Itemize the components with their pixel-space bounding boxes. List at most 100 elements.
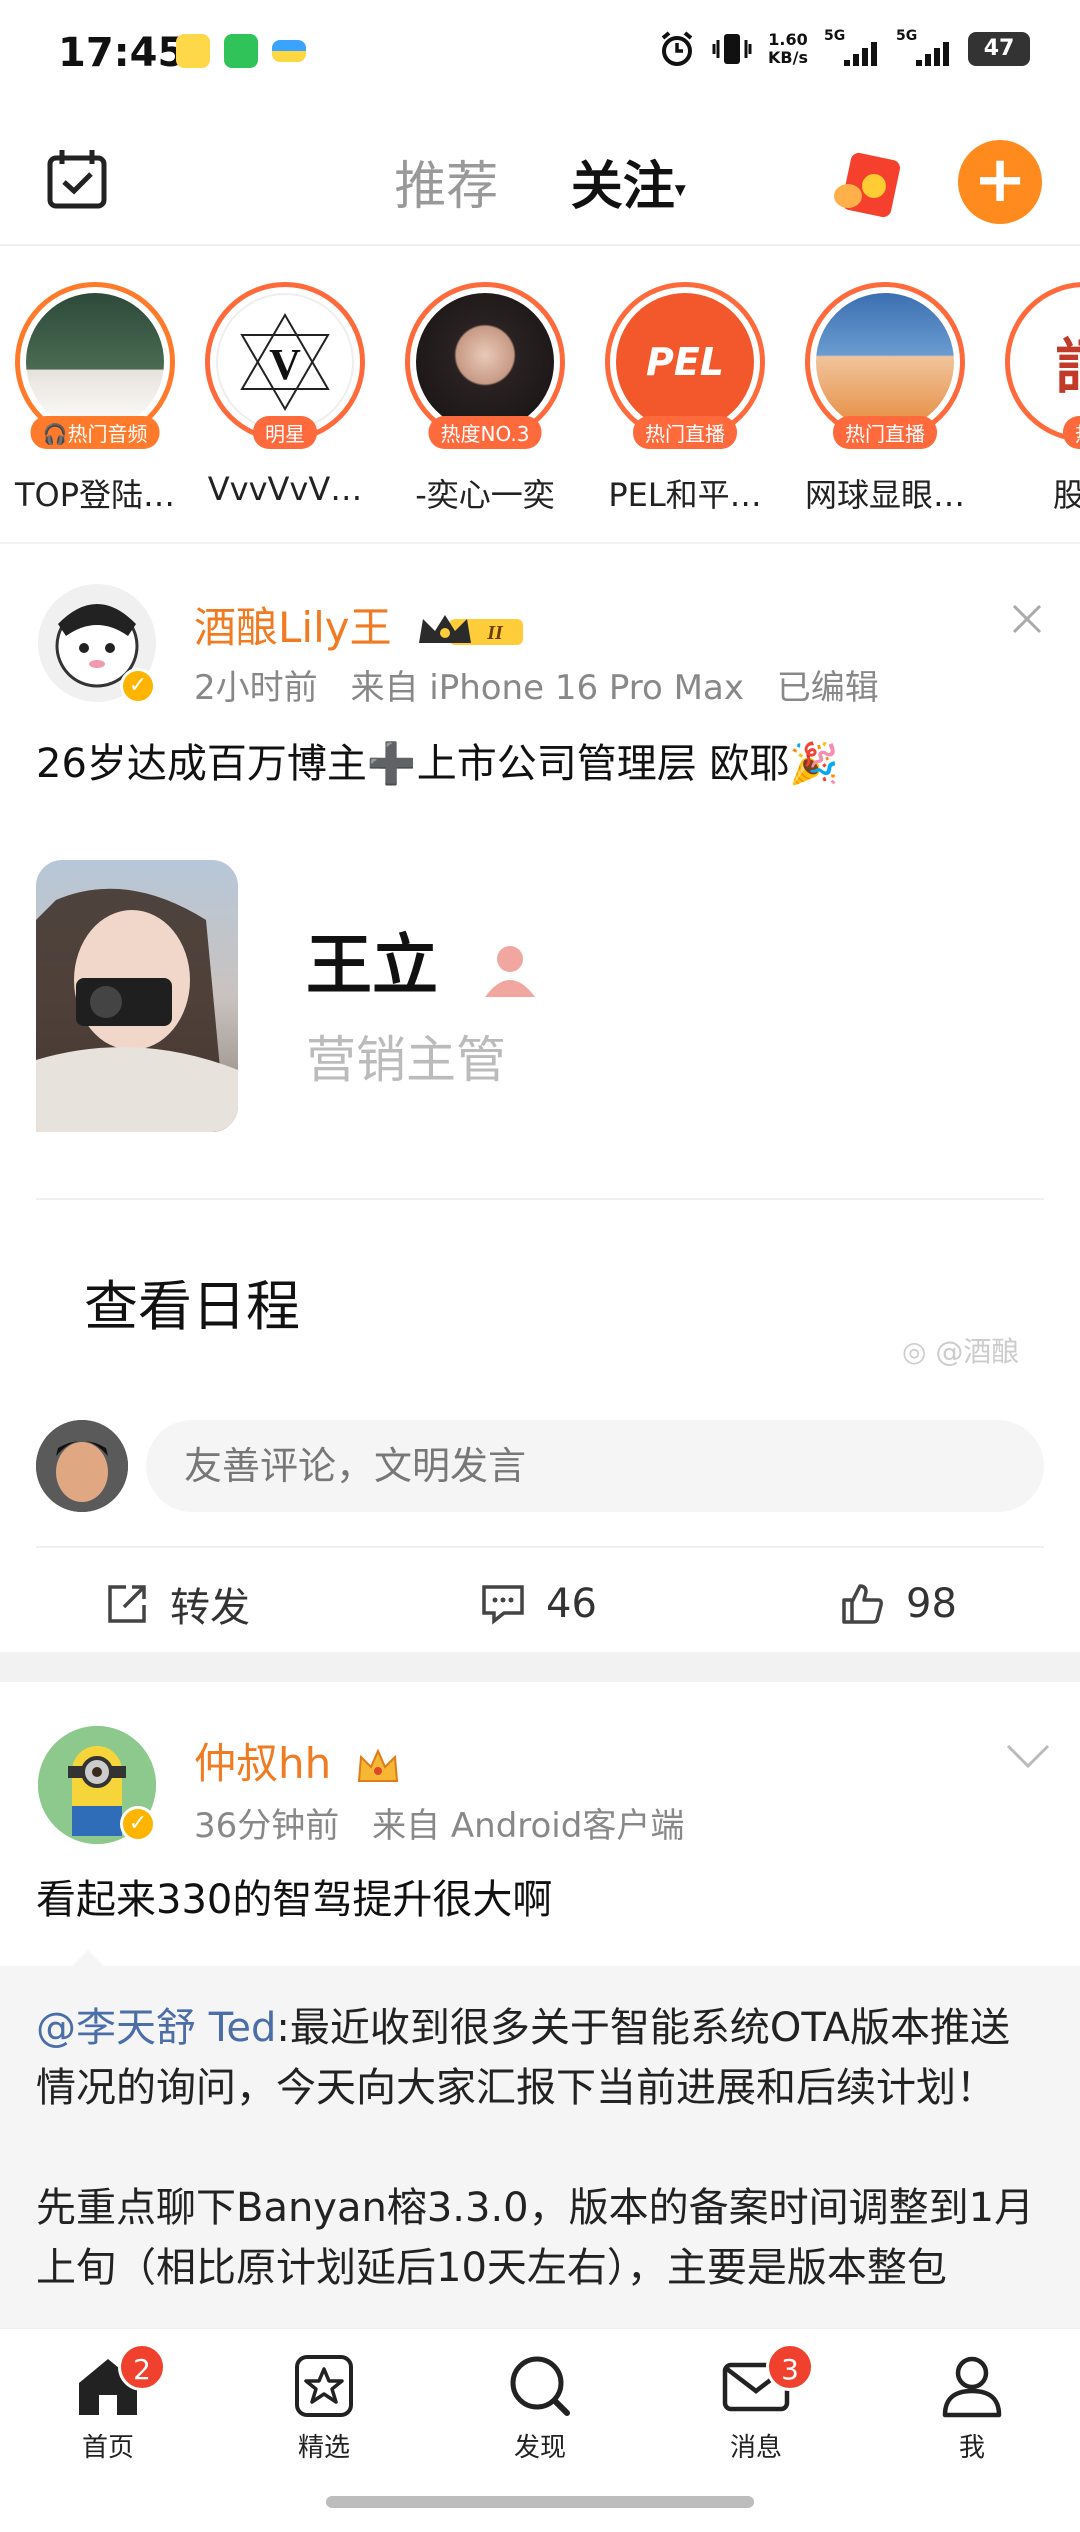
v-logo-icon: V: [240, 313, 330, 411]
post-author-name[interactable]: 仲叔hh: [194, 1730, 401, 1791]
story-name: -奕心一奕: [415, 476, 555, 514]
battery-indicator: 47: [968, 32, 1030, 66]
status-indicators: 1.60 KB/s 5G 5G 47: [658, 28, 1030, 68]
red-packet-icon[interactable]: [830, 150, 908, 220]
mention-link[interactable]: @李天舒 Ted: [36, 2005, 276, 2051]
story-ring: 詞 热: [1005, 282, 1080, 449]
card-job-title: 营销主管: [306, 1031, 506, 1089]
comment-icon: [482, 1585, 524, 1625]
tab-following[interactable]: 关注▾: [570, 144, 686, 219]
post-time: 36分钟前: [194, 1806, 340, 1846]
story-avatar: [26, 293, 164, 431]
chevron-down-icon: ▾: [674, 177, 686, 203]
post-divider: [0, 1652, 1080, 1682]
status-app-icons: [176, 34, 306, 68]
like-button[interactable]: 98: [838, 1574, 957, 1634]
story-item[interactable]: V 明星 VvvVvV…: [190, 282, 380, 508]
weibo-app-icon: [176, 34, 210, 68]
story-ring: 🎧热门音频: [15, 282, 175, 449]
story-item[interactable]: 热度NO.3 -奕心一奕: [390, 282, 580, 516]
weibo-logo-icon: ◎: [902, 1335, 927, 1368]
story-item[interactable]: PEL 热门直播 PEL和平…: [590, 282, 780, 516]
story-item[interactable]: 🎧热门音频 TOP登陆…: [0, 282, 190, 516]
signal-2-icon: 5G: [896, 28, 952, 66]
view-schedule-link[interactable]: 查看日程: [84, 1262, 300, 1341]
star-shield-icon: [295, 2355, 353, 2417]
top-nav: 推荐 关注▾ +: [0, 110, 1080, 246]
story-badge: 热度NO.3: [428, 416, 542, 449]
reposted-content[interactable]: @李天舒 Ted:最近收到很多关于智能系统OTA版本推送情况的询问，今天向大家汇…: [0, 1966, 1080, 2328]
story-item[interactable]: 詞 热 股盗: [990, 282, 1080, 516]
story-avatar: 詞: [1016, 293, 1080, 431]
profile-photo[interactable]: [36, 860, 238, 1132]
divider: [36, 1198, 1044, 1200]
story-badge: 明星: [253, 416, 317, 449]
crown-vip-icon: [357, 1748, 398, 1782]
verified-badge-icon: ✓: [120, 1806, 156, 1842]
share-icon: [108, 1585, 146, 1623]
close-icon[interactable]: [1008, 600, 1046, 638]
home-badge: 2: [118, 2343, 166, 2391]
story-name: 网球显眼…: [804, 476, 965, 514]
post-time: 2小时前: [194, 668, 318, 708]
card-name: 王立: [306, 912, 541, 1008]
comment-button[interactable]: 46: [480, 1574, 597, 1634]
story-badge: 热门直播: [633, 416, 737, 449]
story-ring: 热门直播: [805, 282, 965, 449]
reposted-text: @李天舒 Ted:最近收到很多关于智能系统OTA版本推送情况的询问，今天向大家汇…: [36, 2005, 1035, 2291]
signal-1-icon: 5G: [824, 28, 880, 66]
vibrate-icon: [712, 34, 752, 64]
post-edited: 已编辑: [776, 668, 879, 708]
feed-tabs: 推荐 关注▾: [0, 144, 1080, 219]
repost-button[interactable]: 转发: [104, 1574, 250, 1634]
status-bar: 17:45 1.60 KB/s 5G 5G 47: [0, 0, 1080, 110]
tab-home[interactable]: 2 首页: [38, 2343, 178, 2464]
chevron-down-icon[interactable]: [1004, 1740, 1052, 1772]
post-meta: 36分钟前 来自 Android客户端: [194, 1798, 706, 1847]
story-badge: 热门直播: [833, 416, 937, 449]
stories-row: 🎧热门音频 TOP登陆… V 明星 VvvVvV… 热度NO.3 -奕心一奕 P…: [0, 248, 1080, 544]
svg-text:V: V: [269, 340, 301, 389]
story-name: VvvVvV…: [207, 470, 363, 508]
post-text: 看起来330的智驾提升很大啊: [36, 1877, 553, 1923]
person-icon: [942, 2356, 1002, 2418]
post-author-name[interactable]: 酒酿Lily王 II: [194, 594, 525, 655]
story-name: TOP登陆…: [14, 476, 176, 514]
story-avatar: V: [216, 293, 354, 431]
add-button[interactable]: +: [958, 140, 1042, 224]
tab-me[interactable]: 我: [902, 2353, 1042, 2464]
net-speed: 1.60 KB/s: [768, 30, 808, 67]
tab-recommend[interactable]: 推荐: [394, 144, 498, 219]
story-ring: V 明星: [205, 282, 365, 449]
verified-badge-icon: ✓: [120, 668, 156, 704]
post-source: 来自 Android客户端: [372, 1806, 685, 1846]
flag-app-icon: [272, 40, 306, 62]
my-avatar: [36, 1420, 128, 1512]
comment-input[interactable]: 友善评论，文明发言: [146, 1420, 1044, 1512]
user-face-image: [36, 1420, 128, 1512]
status-time: 17:45: [58, 30, 186, 76]
search-icon: [510, 2356, 570, 2416]
post-source: 来自 iPhone 16 Pro Max: [350, 668, 744, 708]
story-name: PEL和平…: [608, 476, 762, 514]
story-item[interactable]: 热门直播 网球显眼…: [790, 282, 980, 516]
crown-rank-badge-icon: II: [418, 614, 523, 645]
camera-girl-image: [36, 888, 238, 1132]
svg-text:II: II: [486, 622, 504, 644]
messages-badge: 3: [766, 2343, 814, 2391]
tab-messages[interactable]: 3 消息: [686, 2343, 826, 2464]
story-badge: 🎧热门音频: [30, 416, 160, 449]
divider: [36, 1546, 1044, 1548]
weibo-watermark: ◎ @酒酿: [902, 1335, 1020, 1368]
story-avatar: [416, 293, 554, 431]
person-icon: [484, 945, 535, 997]
story-avatar: [816, 293, 954, 431]
story-ring: 热度NO.3: [405, 282, 565, 449]
story-ring: PEL 热门直播: [605, 282, 765, 449]
wechat-app-icon: [224, 34, 258, 68]
tab-discover[interactable]: 发现: [470, 2353, 610, 2464]
tab-featured[interactable]: 精选: [254, 2353, 394, 2464]
thumbs-up-icon: [842, 1584, 883, 1624]
alarm-icon: [661, 31, 693, 66]
home-indicator[interactable]: [326, 2496, 754, 2508]
